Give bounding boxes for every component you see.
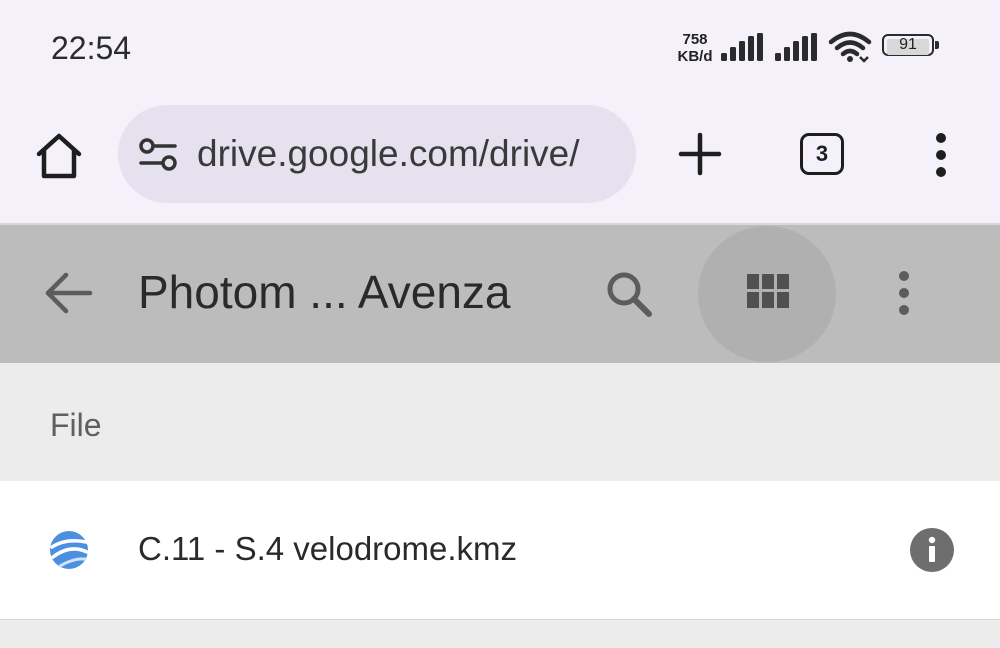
status-time: 22:54 xyxy=(51,30,132,66)
file-row[interactable]: C.11 - S.4 velodrome.kmz xyxy=(0,481,1000,619)
folder-title: Photom ... Avenza xyxy=(138,266,511,318)
status-bar: 22:54 758 KB/d 91 xyxy=(0,0,1000,95)
more-vert-icon[interactable] xyxy=(891,270,917,316)
wifi-icon xyxy=(828,31,872,63)
signal-icon xyxy=(775,33,817,61)
url-text[interactable]: drive.google.com/drive/ xyxy=(197,133,580,175)
battery-icon: 91 xyxy=(882,34,939,58)
plus-icon[interactable] xyxy=(677,131,723,177)
section-title: File xyxy=(50,407,102,443)
grid-view-icon xyxy=(747,274,789,308)
file-name[interactable]: C.11 - S.4 velodrome.kmz xyxy=(138,530,517,568)
battery-tip xyxy=(935,41,939,49)
address-bar[interactable]: drive.google.com/drive/ xyxy=(118,105,636,203)
more-vert-icon[interactable] xyxy=(929,132,953,178)
google-earth-icon xyxy=(50,531,89,569)
back-arrow-icon[interactable] xyxy=(44,270,94,316)
search-icon[interactable] xyxy=(603,268,655,320)
signal-icon xyxy=(721,33,763,61)
tabs-icon[interactable]: 3 xyxy=(800,133,844,175)
site-settings-icon[interactable] xyxy=(138,137,178,173)
list-background xyxy=(0,619,1000,648)
info-icon[interactable] xyxy=(909,527,955,573)
drive-app-bar: Photom ... Avenza xyxy=(0,225,1000,363)
battery-level: 91 xyxy=(899,36,917,53)
network-speed-value: 758 xyxy=(682,31,708,48)
network-speed: 758 KB/d xyxy=(675,31,715,65)
section-header: File xyxy=(0,363,1000,481)
home-icon[interactable] xyxy=(33,132,85,180)
network-speed-unit: KB/d xyxy=(677,48,713,65)
grid-view-button[interactable] xyxy=(698,226,836,362)
browser-toolbar: drive.google.com/drive/ 3 xyxy=(0,95,1000,223)
